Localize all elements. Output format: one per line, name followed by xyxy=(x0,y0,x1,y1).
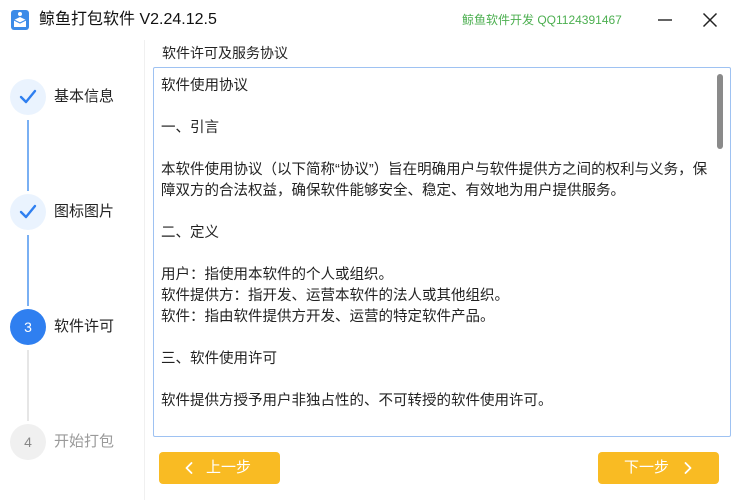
previous-step-label: 上一步 xyxy=(206,459,252,476)
vertical-scrollbar[interactable] xyxy=(716,72,724,432)
license-line: 一、引言 xyxy=(161,120,219,136)
license-line: 软件：指由软件提供方开发、运营的特定软件产品。 xyxy=(161,309,495,325)
sidebar-divider xyxy=(144,40,145,500)
license-line: 软件提供方授予用户非独占性的、不可转授的软件使用许可。 xyxy=(161,393,553,409)
next-step-label: 下一步 xyxy=(624,459,670,476)
checkmark-icon xyxy=(10,79,46,115)
scrollbar-thumb[interactable] xyxy=(717,74,723,149)
license-line xyxy=(161,370,709,391)
step-basic-info: 基本信息 xyxy=(10,79,140,115)
minimize-button[interactable] xyxy=(651,6,679,34)
installer-window: 鲸鱼打包软件 V2.24.12.5 鲸鱼软件开发 QQ1124391467 基本… xyxy=(0,0,735,500)
license-line xyxy=(161,328,709,349)
license-line: 软件提供方：指开发、运营本软件的法人或其他组织。 xyxy=(161,288,509,304)
step-label: 基本信息 xyxy=(54,88,115,105)
step-label: 软件许可 xyxy=(54,318,115,335)
step-icon-images: 图标图片 xyxy=(10,194,140,230)
step-label: 图标图片 xyxy=(54,203,115,220)
license-line: 本软件使用协议（以下简称“协议”）旨在明确用户与软件提供方之间的权利与义务，保障… xyxy=(161,162,708,199)
app-logo-icon xyxy=(9,9,31,31)
step-label: 开始打包 xyxy=(54,433,115,450)
license-text: 软件使用协议 一、引言 本软件使用协议（以下简称“协议”）旨在明确用户与软件提供… xyxy=(161,76,709,412)
section-title: 软件许可及服务协议 xyxy=(162,45,288,61)
chevron-right-icon xyxy=(684,462,692,474)
step-connector xyxy=(27,350,29,421)
step-connector xyxy=(27,235,29,306)
close-icon xyxy=(702,12,718,28)
minimize-icon xyxy=(658,19,672,21)
app-title: 鲸鱼打包软件 V2.24.12.5 xyxy=(39,11,217,28)
license-line xyxy=(161,139,709,160)
previous-step-button[interactable]: 上一步 xyxy=(159,452,280,484)
step-number: 3 xyxy=(10,309,46,345)
checkmark-icon xyxy=(10,194,46,230)
step-number: 4 xyxy=(10,424,46,460)
license-line: 二、定义 xyxy=(161,225,219,241)
license-line: 用户：指使用本软件的个人或组织。 xyxy=(161,267,393,283)
next-step-button[interactable]: 下一步 xyxy=(598,452,719,484)
step-start-packaging: 4 开始打包 xyxy=(10,424,140,460)
step-connector xyxy=(27,120,29,191)
license-text-area[interactable]: 软件使用协议 一、引言 本软件使用协议（以下简称“协议”）旨在明确用户与软件提供… xyxy=(153,67,731,437)
license-line: 软件使用协议 xyxy=(161,78,248,94)
developer-info: 鲸鱼软件开发 QQ1124391467 xyxy=(462,13,622,27)
step-software-license: 3 软件许可 xyxy=(10,309,140,345)
title-bar: 鲸鱼打包软件 V2.24.12.5 鲸鱼软件开发 QQ1124391467 xyxy=(0,0,735,40)
chevron-left-icon xyxy=(185,462,193,474)
close-button[interactable] xyxy=(696,6,724,34)
license-line xyxy=(161,244,709,265)
license-line xyxy=(161,97,709,118)
license-line xyxy=(161,202,709,223)
license-line: 三、软件使用许可 xyxy=(161,351,277,367)
